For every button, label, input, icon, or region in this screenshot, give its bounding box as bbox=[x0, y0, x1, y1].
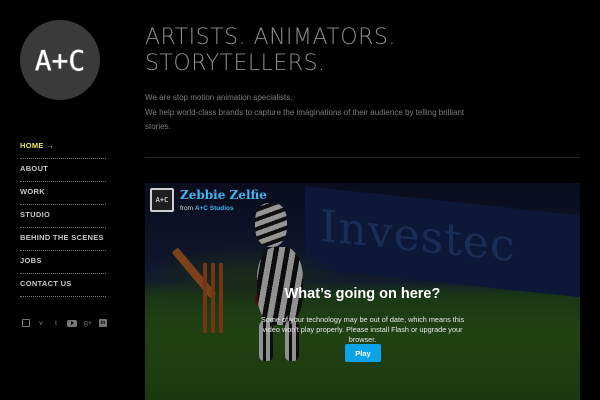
video-header: A+C Zebbie Zelfie from A+C Studios bbox=[150, 188, 267, 212]
headline-line-2: STORYTELLERS. bbox=[145, 51, 326, 76]
nav-item-home[interactable]: HOME → bbox=[20, 136, 106, 159]
vimeo-icon[interactable]: v bbox=[37, 319, 45, 327]
twitter-icon[interactable]: t bbox=[52, 319, 60, 327]
intro-line-1: We are stop motion animation specialists… bbox=[145, 93, 293, 102]
video-meta: Zebbie Zelfie from A+C Studios bbox=[180, 188, 267, 212]
from-label: from bbox=[180, 205, 195, 212]
instagram-icon[interactable] bbox=[22, 319, 30, 327]
intro-line-2: We help world-class brands to capture th… bbox=[145, 107, 465, 132]
nav-item-behind-the-scenes[interactable]: BEHIND THE SCENES bbox=[20, 228, 106, 251]
linkedin-icon[interactable]: in bbox=[99, 319, 107, 327]
error-message: Some of your technology may be out of da… bbox=[260, 315, 465, 344]
nav-item-contact-us[interactable]: CONTACT US bbox=[20, 274, 106, 297]
channel-avatar-text: A+C bbox=[155, 196, 169, 204]
social-links: v t g+ in bbox=[22, 319, 107, 327]
google-plus-icon[interactable]: g+ bbox=[84, 319, 92, 327]
divider bbox=[145, 157, 580, 158]
nav-item-work[interactable]: WORK bbox=[20, 182, 106, 205]
intro-text: We are stop motion animation specialists… bbox=[145, 91, 465, 135]
nav-item-studio[interactable]: STUDIO bbox=[20, 205, 106, 228]
logo-text: A+C bbox=[34, 43, 86, 77]
error-title: What’s going on here? bbox=[284, 286, 441, 302]
nav-item-jobs[interactable]: JOBS bbox=[20, 251, 106, 274]
logo[interactable]: A+C bbox=[20, 20, 100, 100]
nav-item-about[interactable]: ABOUT bbox=[20, 159, 106, 182]
headline-line-1: ARTISTS. ANIMATORS. bbox=[145, 25, 396, 50]
video-byline: from A+C Studios bbox=[180, 205, 267, 212]
main-nav: HOME → ABOUT WORK STUDIO BEHIND THE SCEN… bbox=[20, 136, 106, 297]
youtube-icon[interactable] bbox=[67, 319, 77, 327]
channel-avatar[interactable]: A+C bbox=[150, 188, 174, 212]
video-title[interactable]: Zebbie Zelfie bbox=[180, 188, 267, 202]
video-player[interactable]: Investec A+C Zebbie Zelfie from A+C Stud… bbox=[145, 183, 580, 400]
play-button[interactable]: Play bbox=[345, 344, 381, 362]
channel-link[interactable]: A+C Studios bbox=[195, 205, 234, 212]
page-headline: ARTISTS. ANIMATORS. STORYTELLERS. bbox=[145, 25, 585, 77]
